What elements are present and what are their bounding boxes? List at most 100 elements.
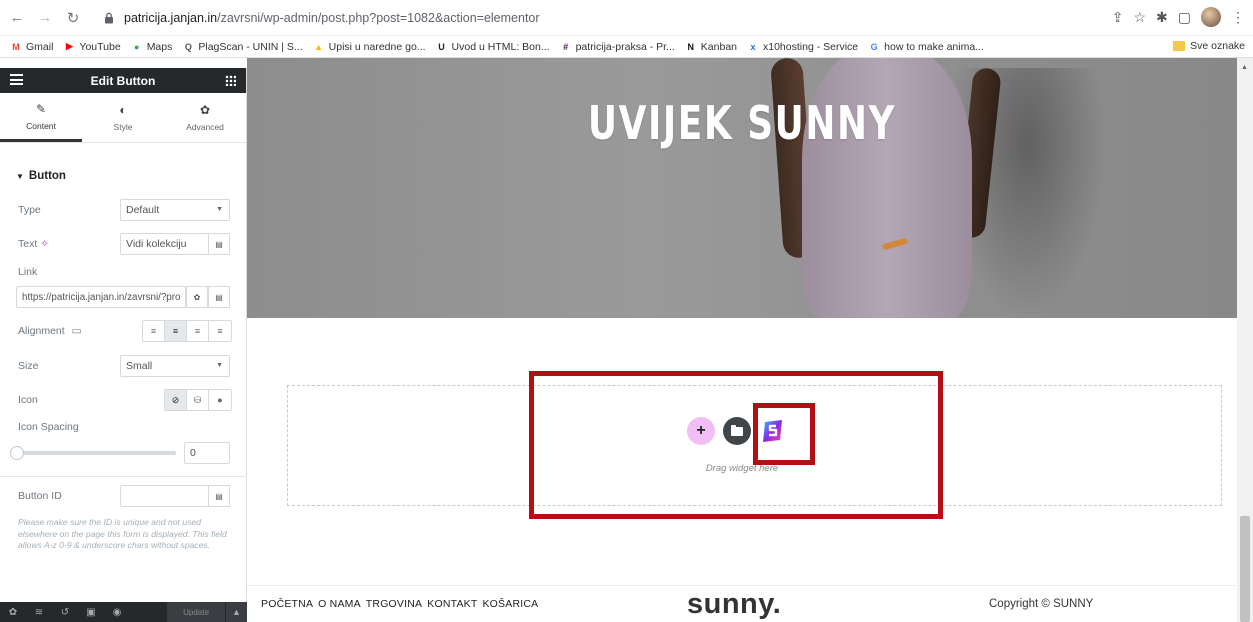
icon-spacing-label-row: Icon Spacing <box>0 420 247 434</box>
update-options-chevron-icon[interactable]: ▲ <box>225 602 247 622</box>
footer-link-pocetna[interactable]: POČETNA <box>261 598 313 610</box>
icon-spacing-slider-handle[interactable] <box>10 446 24 460</box>
footer-link-kosarica[interactable]: KOŠARICA <box>482 598 538 610</box>
tab-advanced[interactable]: ✿ Advanced <box>164 93 246 142</box>
kebab-menu-icon[interactable]: ⋮ <box>1231 9 1245 26</box>
align-justify-icon[interactable]: ≡ <box>209 321 231 341</box>
bookmark-item[interactable]: U Uvod u HTML: Bon... <box>436 40 550 53</box>
bookmark-item[interactable]: ▶ YouTube <box>63 41 121 53</box>
forward-icon[interactable]: → <box>34 7 56 29</box>
link-options-gear-icon[interactable]: ✿ <box>186 286 208 308</box>
update-button[interactable]: Update <box>167 602 225 622</box>
avatar[interactable] <box>1201 7 1221 27</box>
no-icon-icon[interactable]: ⊘ <box>165 390 187 410</box>
link-dynamic-tags-icon[interactable]: ▤ <box>208 286 230 308</box>
bookmark-label: PlagScan - UNIN | S... <box>198 40 303 53</box>
tab-style[interactable]: ◐ Style <box>82 93 164 142</box>
highlight-box <box>529 371 943 519</box>
bookmark-item[interactable]: ▲ Upisi u naredne go... <box>313 40 426 53</box>
button-id-input[interactable] <box>120 485 209 507</box>
link-input[interactable]: https://patricija.janjan.in/zavrsni/?pro <box>16 286 186 308</box>
history-icon[interactable]: ↺ <box>52 607 78 618</box>
button-id-dynamic-tags-icon[interactable]: ▤ <box>208 485 230 507</box>
back-icon[interactable]: ← <box>6 7 28 29</box>
upload-svg-icon[interactable]: ⛁ <box>187 390 209 410</box>
bookmark-item[interactable]: N Kanban <box>685 41 737 53</box>
maps-icon: ● <box>133 41 140 52</box>
footer-link-trgovina[interactable]: TRGOVINA <box>366 598 422 610</box>
icon-label: Icon <box>18 394 38 406</box>
pencil-icon: ✎ <box>35 101 47 116</box>
hero-title[interactable]: UVIJEK SUNNY <box>356 96 1128 150</box>
reload-icon[interactable]: ↻ <box>62 7 84 29</box>
plagscan-icon: Q <box>184 41 192 52</box>
bookmark-label: Uvod u HTML: Bon... <box>451 40 550 53</box>
icon-spacing-slider-track[interactable] <box>18 451 176 455</box>
dynamic-tags-icon[interactable]: ▤ <box>208 233 230 255</box>
bookmark-item[interactable]: ● Maps <box>131 40 173 53</box>
bookmark-label: Upisi u naredne go... <box>328 40 426 53</box>
bookmark-item[interactable]: Ghow to make anima... <box>868 41 984 53</box>
scroll-up-icon[interactable]: ▲ <box>1241 64 1248 71</box>
other-bookmarks[interactable]: Sve oznake <box>1173 40 1245 52</box>
button-text-input[interactable]: Vidi kolekciju <box>120 233 209 255</box>
button-id-label: Button ID <box>18 490 62 502</box>
folder-icon <box>1173 41 1186 51</box>
share-icon[interactable]: ⇪ <box>1112 9 1124 26</box>
section-toggle-button[interactable]: ▼ Button <box>0 155 246 197</box>
section-title: Button <box>28 170 66 182</box>
bookmark-item[interactable]: Q PlagScan - UNIN | S... <box>182 40 303 53</box>
hero-section[interactable]: UVIJEK SUNNY <box>247 58 1237 318</box>
tab-content[interactable]: ✎ Content <box>0 93 82 142</box>
footer-nav: POČETNA O NAMA TRGOVINA KONTAKT KOŠARICA <box>261 598 538 610</box>
elementor-panel: Edit Button ✎ Content ◐ Style ✿ Advanced… <box>0 68 247 622</box>
highlight-box-inner <box>753 403 815 465</box>
type-control: Type Default ▼ <box>0 199 247 221</box>
panel-tabs: ✎ Content ◐ Style ✿ Advanced <box>0 93 246 143</box>
scrollbar-thumb[interactable] <box>1240 516 1250 622</box>
preview-eye-icon[interactable]: ◉ <box>104 607 130 618</box>
browser-toolbar: ← → ↻ patricija.janjan.in/zavrsni/wp-adm… <box>0 0 1253 36</box>
bookmark-item[interactable]: x x10hosting - Service <box>747 41 858 53</box>
sidepanel-icon[interactable]: ▢ <box>1178 9 1191 26</box>
browser-actions: ⇪ ☆ ✱ ▢ ⋮ <box>1112 7 1245 27</box>
gear-icon: ✿ <box>199 103 211 117</box>
icon-control: Icon ⊘ ⛁ ● <box>0 389 247 411</box>
layers-icon[interactable]: ≋ <box>26 607 52 618</box>
extensions-icon[interactable]: ✱ <box>1156 9 1168 26</box>
bookmarks-bar: M Gmail ▶ YouTube ● Maps Q PlagScan - UNIN | S.… <box>0 36 1253 58</box>
responsive-icon[interactable]: ▣ <box>78 607 104 618</box>
widgets-grid-icon[interactable] <box>225 75 236 86</box>
preview-scrollbar[interactable]: ▲ <box>1237 58 1253 622</box>
address-bar[interactable]: patricija.janjan.in/zavrsni/wp-admin/pos… <box>92 5 550 31</box>
link-label: Link <box>18 266 38 278</box>
bookmark-label: patricija-praksa - Pr... <box>575 40 675 53</box>
icon-choice-buttons: ⊘ ⛁ ● <box>164 389 232 411</box>
bookmark-item[interactable]: M Gmail <box>10 41 53 53</box>
chevron-down-icon: ▼ <box>216 362 223 369</box>
align-center-icon[interactable]: ≡ <box>165 321 187 341</box>
bookmark-item[interactable]: # patricija-praksa - Pr... <box>560 41 675 53</box>
youtube-icon: ▶ <box>65 41 73 51</box>
bookmark-label: Gmail <box>26 40 54 53</box>
settings-icon[interactable]: ✿ <box>0 607 26 618</box>
size-select[interactable]: Small ▼ <box>120 355 230 377</box>
footer-link-o-nama[interactable]: O NAMA <box>318 598 361 610</box>
icon-library-icon[interactable]: ● <box>209 390 231 410</box>
type-select[interactable]: Default ▼ <box>120 199 230 221</box>
contrast-icon: ◐ <box>119 103 127 117</box>
link-value: https://patricija.janjan.in/zavrsni/?pro <box>22 291 181 303</box>
align-left-icon[interactable]: ≡ <box>143 321 165 341</box>
footer-link-kontakt[interactable]: KONTAKT <box>427 598 477 610</box>
x10-icon: x <box>750 41 756 52</box>
bookmark-label: Maps <box>146 40 173 53</box>
ai-sparkle-icon: ✧ <box>40 238 49 250</box>
star-icon[interactable]: ☆ <box>1133 9 1146 26</box>
link-label-row: Link <box>0 264 247 280</box>
gmail-icon: M <box>12 41 20 52</box>
site-logo[interactable]: sunny. <box>687 588 781 621</box>
align-right-icon[interactable]: ≡ <box>187 321 209 341</box>
icon-spacing-input[interactable]: 0 <box>184 442 230 464</box>
divider <box>0 476 247 477</box>
hamburger-menu-icon[interactable] <box>10 74 23 85</box>
